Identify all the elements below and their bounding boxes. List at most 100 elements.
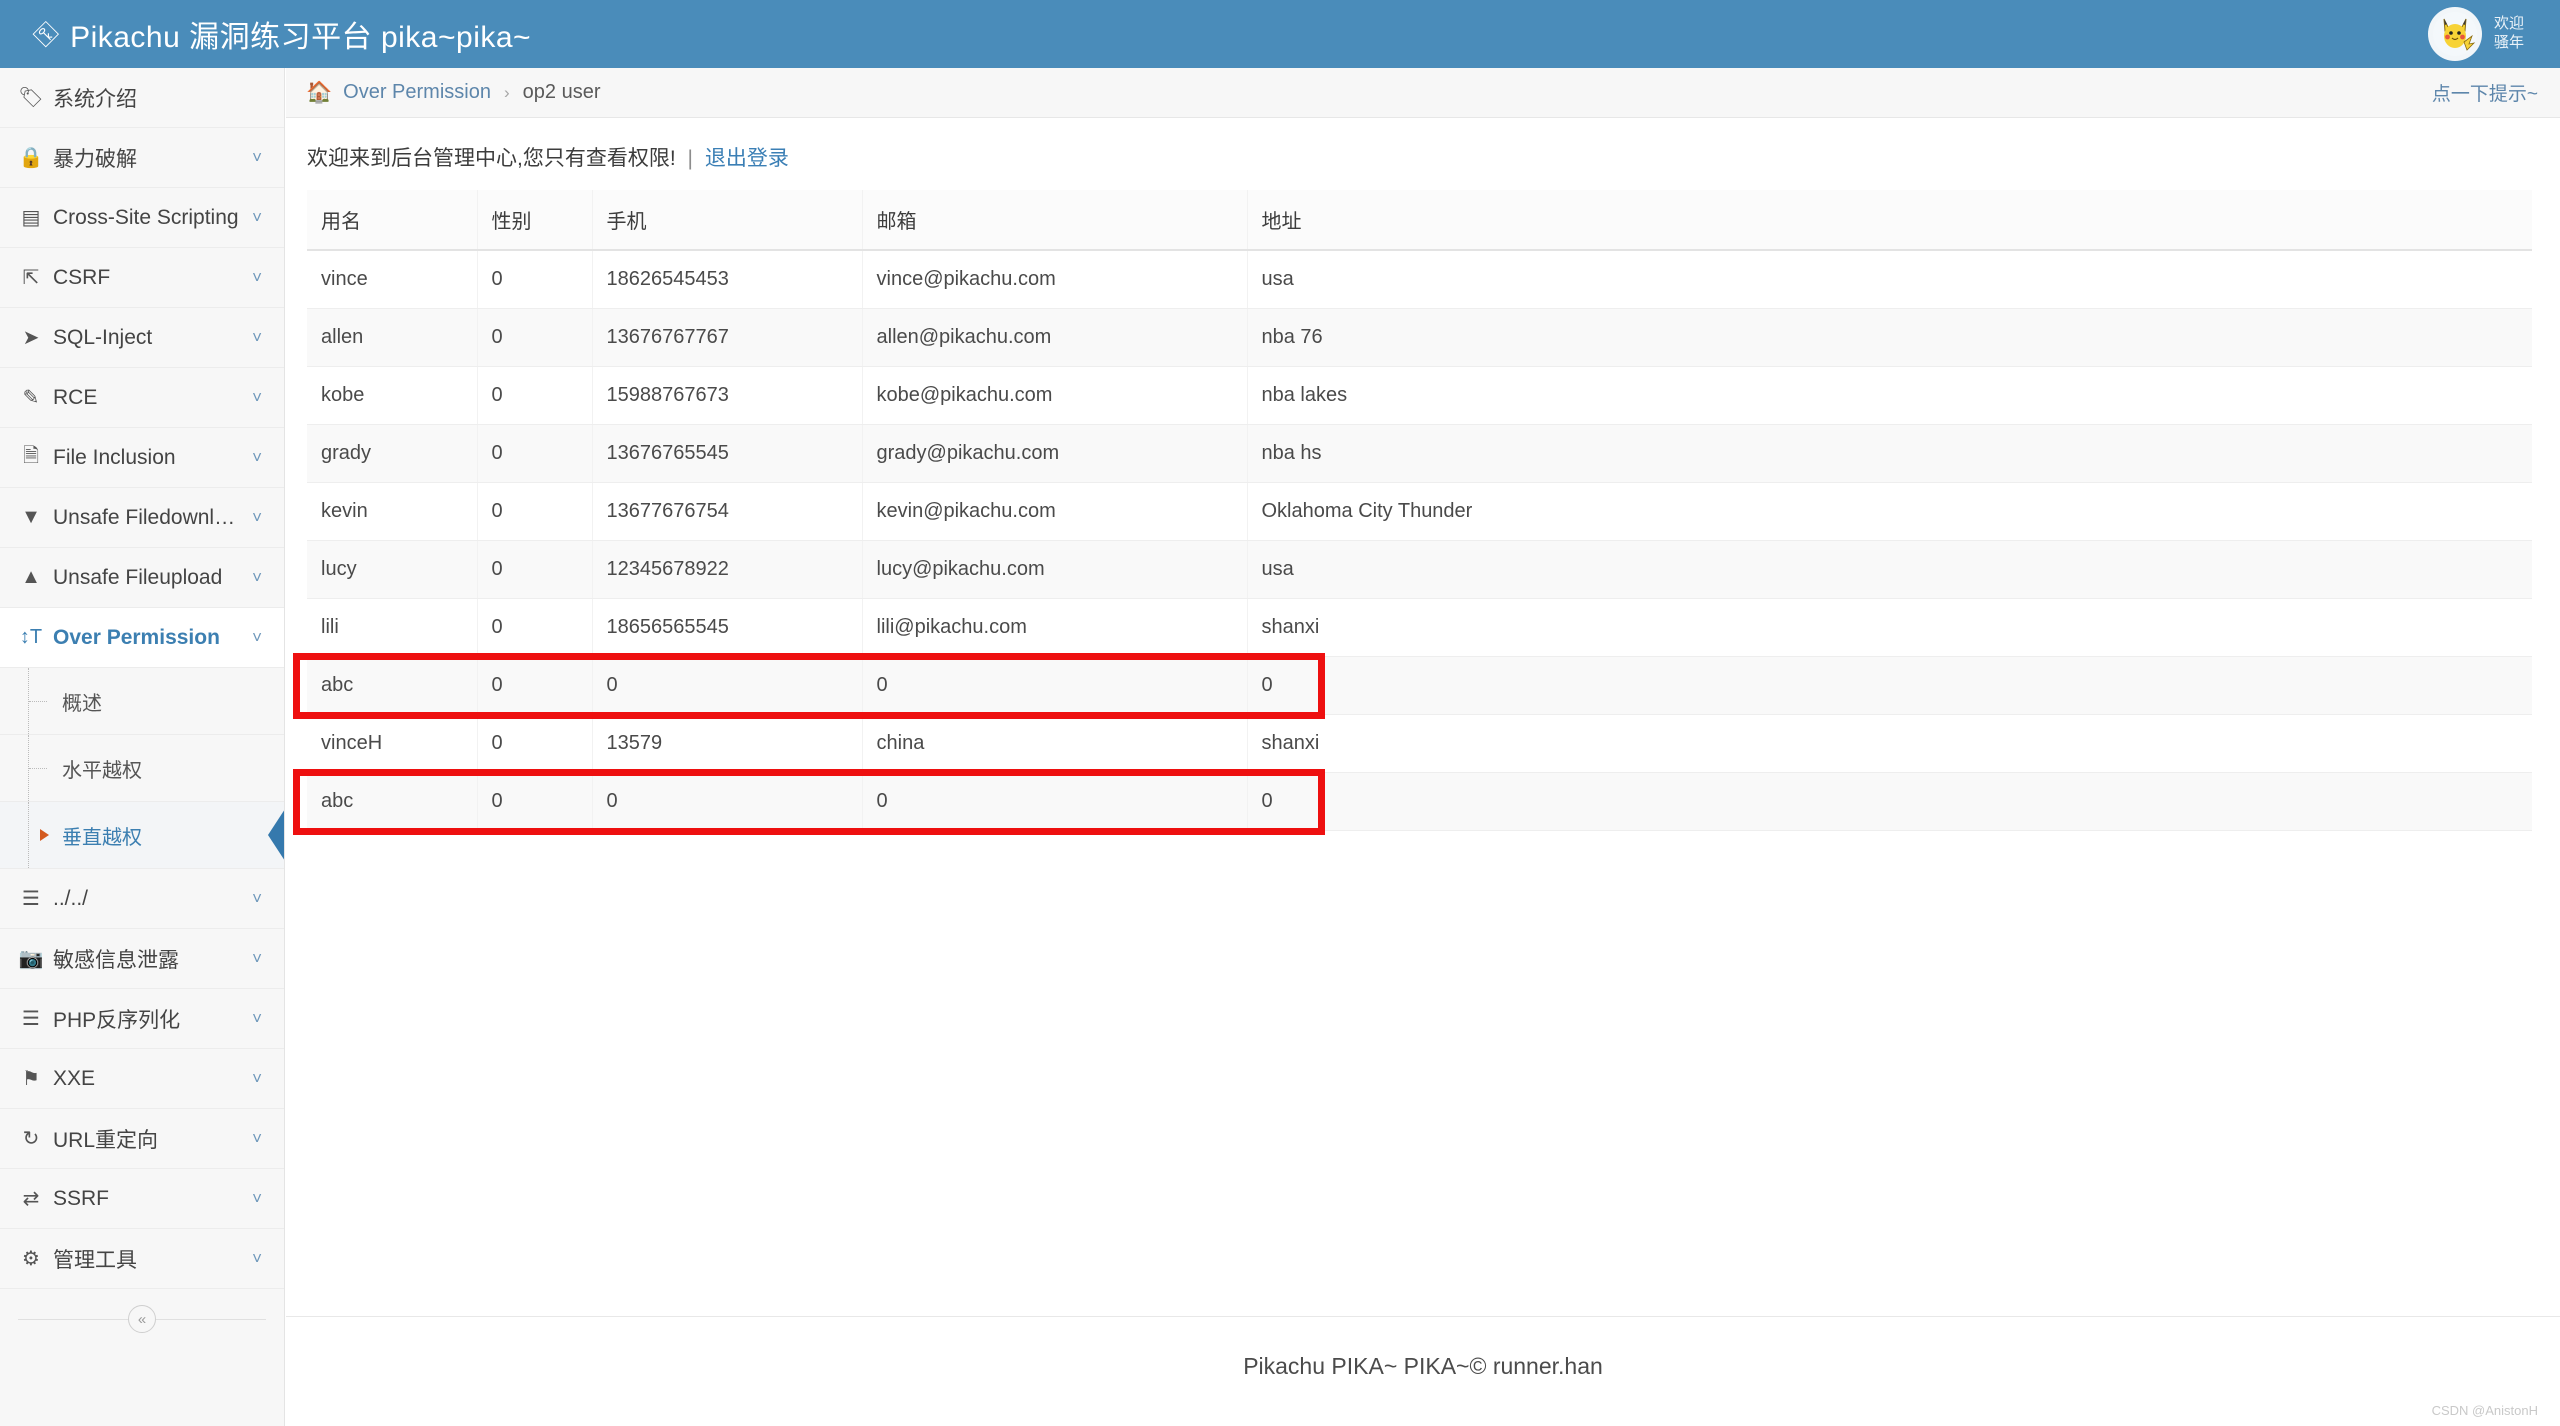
bars-icon: ☰ [22, 1008, 40, 1030]
tree-line [29, 768, 47, 769]
key-icon: ⚿ [28, 15, 65, 52]
hint-link[interactable]: 点一下提示~ [2432, 79, 2538, 106]
cell-address: nba hs [1247, 424, 2532, 483]
sidebar-item-label: 系统介绍 [53, 87, 137, 111]
sidebar-subitem-label: 水平越权 [62, 759, 142, 782]
sidebar-item-system-intro[interactable]: 🏷 系统介绍 [0, 68, 284, 128]
sidebar-item-label: RCE [53, 385, 98, 409]
exchange-icon: ⇄ [22, 1188, 40, 1210]
cell-email: lucy@pikachu.com [862, 540, 1248, 599]
cell-email: 0 [862, 656, 1248, 715]
sidebar-item-admin-tools[interactable]: ⚙ 管理工具 ˅ [0, 1229, 284, 1289]
pikachu-icon [2432, 12, 2477, 56]
chevron-down-icon: ˅ [252, 567, 262, 587]
cell-username: lili [307, 598, 478, 657]
sidebar-item-path-traversal[interactable]: ☰ ../../ ˅ [0, 869, 284, 929]
sidebar-item-label: 敏感信息泄露 [53, 948, 179, 972]
watermark: CSDN @AnistonH [2431, 1403, 2538, 1418]
cell-address: usa [1247, 250, 2532, 309]
sidebar-item-label: File Inclusion [53, 445, 176, 469]
chevron-down-icon: ˅ [252, 387, 262, 407]
cell-email: grady@pikachu.com [862, 424, 1248, 483]
separator-pipe: | [687, 147, 693, 170]
sidebar-subitem-horizontal-privilege[interactable]: 水平越权 [0, 735, 284, 802]
cell-phone: 18626545453 [592, 250, 863, 309]
table-header-row: 用名 性别 手机 邮箱 地址 [307, 190, 2532, 251]
cell-gender: 0 [477, 482, 593, 541]
table-body: vince 0 18626545453 vince@pikachu.com usa all… [307, 250, 2532, 831]
sidebar-subitem-overview[interactable]: 概述 [0, 668, 284, 735]
sidebar-item-ssrf[interactable]: ⇄ SSRF ˅ [0, 1169, 284, 1229]
cell-address: 0 [1247, 656, 2532, 715]
cell-username: allen [307, 308, 478, 367]
sidebar-item-label: Over Permission [53, 625, 220, 649]
table-row: lili 0 18656565545 lili@pikachu.com shanxi [307, 598, 2532, 657]
sidebar-item-file-inclusion[interactable]: 🗎 File Inclusion ˅ [0, 428, 284, 488]
cell-address: 0 [1247, 772, 2532, 831]
cell-phone: 15988767673 [592, 366, 863, 425]
table-row: kobe 0 15988767673 kobe@pikachu.com nba lake… [307, 366, 2532, 425]
cell-phone: 13579 [592, 714, 863, 773]
cell-phone: 0 [592, 656, 863, 715]
header-welcome: 欢迎 骚年 [2494, 15, 2524, 53]
cell-gender: 0 [477, 540, 593, 599]
sidebar-item-label: Unsafe Filedownload [53, 505, 247, 529]
table-head: 用名 性别 手机 邮箱 地址 [307, 190, 2532, 251]
refresh-icon: ↻ [22, 1128, 40, 1150]
sidebar-collapse-button[interactable]: « [128, 1305, 156, 1333]
sidebar-item-label: CSRF [53, 265, 111, 289]
sidebar-item-xxe[interactable]: ⚑ XXE ˅ [0, 1049, 284, 1109]
sidebar-item-label: ../../ [53, 886, 89, 910]
cell-gender: 0 [477, 772, 593, 831]
welcome-message: 欢迎来到后台管理中心,您只有查看权限! [307, 147, 676, 170]
chevron-down-icon: ˅ [252, 447, 262, 467]
cell-gender: 0 [477, 250, 593, 309]
sidebar-item-url-redirect[interactable]: ↻ URL重定向 ˅ [0, 1109, 284, 1169]
sidebar-subitem-vertical-privilege[interactable]: 垂直越权 [0, 802, 284, 869]
home-icon[interactable]: 🏠 [306, 81, 332, 105]
sidebar-item-brute-force[interactable]: 🔒 暴力破解 ˅ [0, 128, 284, 188]
cell-phone: 12345678922 [592, 540, 863, 599]
main-content: 🏠 Over Permission › op2 user 点一下提示~ 欢迎来到… [286, 68, 2560, 1426]
cell-gender: 0 [477, 424, 593, 483]
cell-address: shanxi [1247, 714, 2532, 773]
sidebar-item-rce[interactable]: ✎ RCE ˅ [0, 368, 284, 428]
cell-email: vince@pikachu.com [862, 250, 1248, 309]
cell-email: 0 [862, 772, 1248, 831]
sidebar-item-over-permission[interactable]: ↕T Over Permission ˅ [0, 608, 284, 668]
chevron-down-icon: ˅ [252, 327, 262, 347]
upload-icon: ▲ [21, 566, 41, 588]
logout-link[interactable]: 退出登录 [705, 147, 789, 170]
sidebar-item-csrf[interactable]: ⇱ CSRF ˅ [0, 248, 284, 308]
column-header-username: 用名 [307, 190, 478, 251]
user-table-wrap: 用名 性别 手机 邮箱 地址 vince 0 18626545453 vince@pi… [286, 190, 2560, 835]
bars-icon: ☰ [22, 888, 40, 910]
header-user-area[interactable]: 欢迎 骚年 [2427, 0, 2524, 68]
cell-phone: 13676765545 [592, 424, 863, 483]
cell-username: abc [307, 772, 478, 831]
table-row: grady 0 13676765545 grady@pikachu.com nba hs [307, 424, 2532, 483]
page-footer: Pikachu PIKA~ PIKA~© runner.han [286, 1316, 2560, 1380]
cell-gender: 0 [477, 714, 593, 773]
cell-username: vince [307, 250, 478, 309]
avatar[interactable] [2427, 7, 2482, 61]
sidebar-item-php-deserialize[interactable]: ☰ PHP反序列化 ˅ [0, 989, 284, 1049]
active-indicator-arrow [268, 809, 284, 861]
list-icon: ▤ [21, 207, 41, 229]
cell-username: abc [307, 656, 478, 715]
cell-username: grady [307, 424, 478, 483]
sidebar-item-xss[interactable]: ▤ Cross-Site Scripting ˅ [0, 188, 284, 248]
table-row: allen 0 13676767767 allen@pikachu.com nba 76 [307, 308, 2532, 367]
sidebar-item-info-leak[interactable]: 📷 敏感信息泄露 ˅ [0, 929, 284, 989]
breadcrumb-parent[interactable]: Over Permission [343, 81, 491, 104]
sidebar-item-unsafe-fileupload[interactable]: ▲ Unsafe Fileupload ˅ [0, 548, 284, 608]
column-header-phone: 手机 [592, 190, 863, 251]
welcome-message-bar: 欢迎来到后台管理中心,您只有查看权限! | 退出登录 [286, 118, 2560, 190]
chevron-down-icon: ˅ [252, 1068, 262, 1088]
sidebar-item-unsafe-filedownload[interactable]: ▼ Unsafe Filedownload ˅ [0, 488, 284, 548]
plane-icon: ➤ [22, 327, 40, 349]
sidebar-item-sql-inject[interactable]: ➤ SQL-Inject ˅ [0, 308, 284, 368]
chevron-down-icon: ˅ [252, 207, 262, 227]
sidebar-item-label: URL重定向 [53, 1128, 159, 1152]
cell-email: lili@pikachu.com [862, 598, 1248, 657]
